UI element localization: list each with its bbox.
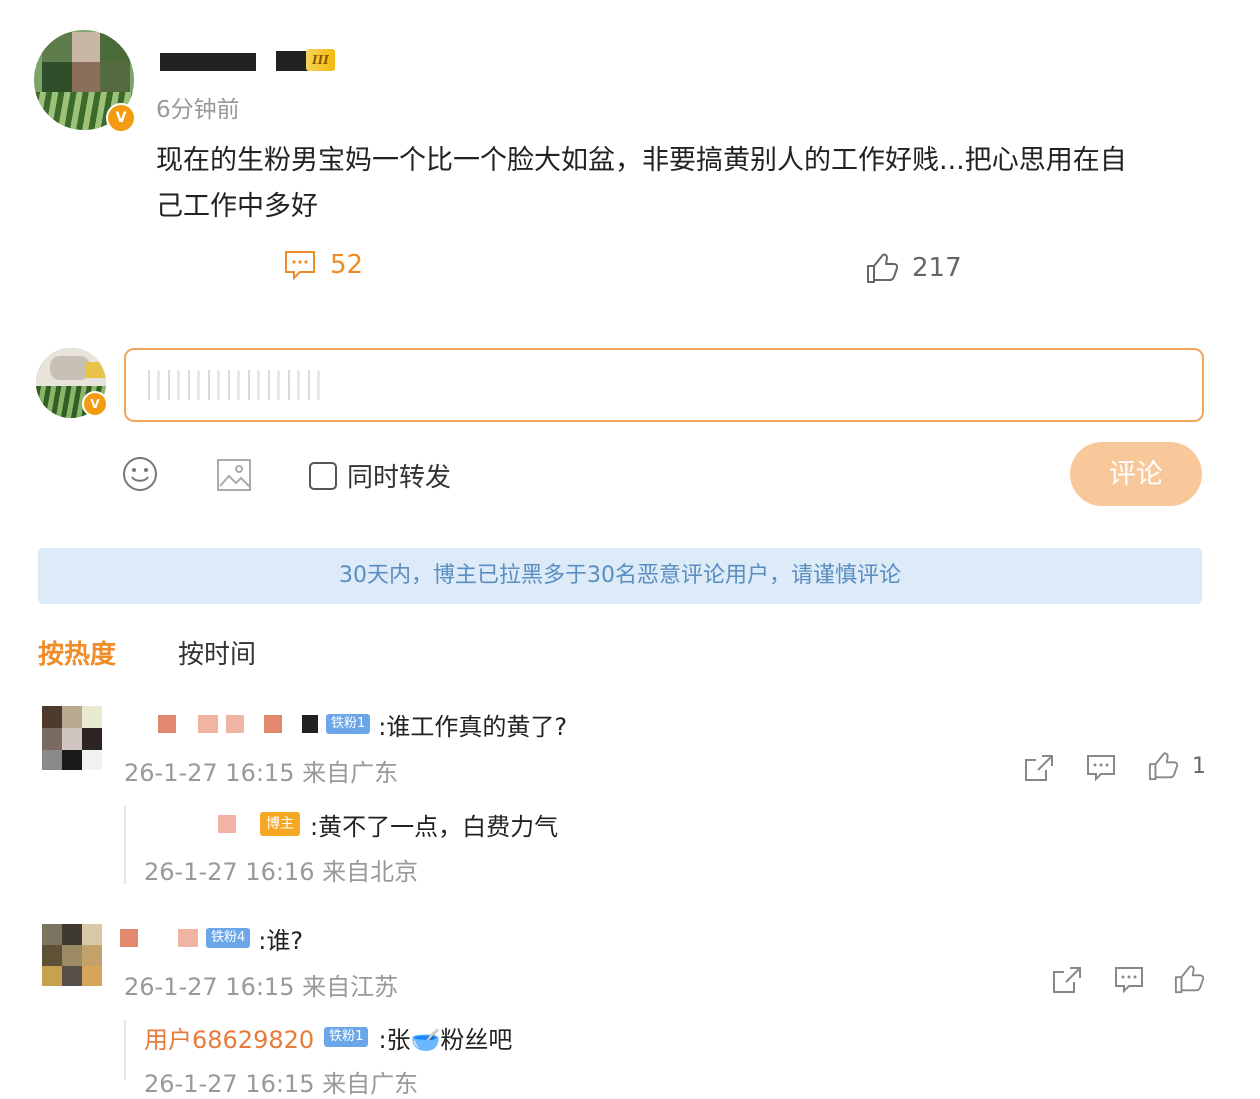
- image-icon[interactable]: [216, 458, 252, 492]
- username-blur: [198, 715, 218, 733]
- submit-comment-button[interactable]: 评论: [1070, 442, 1202, 506]
- reply-divider: [124, 1020, 126, 1080]
- comment-input[interactable]: [124, 348, 1204, 422]
- username-blur[interactable]: [218, 815, 236, 833]
- blocklist-notice: 30天内，博主已拉黑多于30名恶意评论用户，请谨慎评论: [38, 548, 1202, 604]
- share-icon[interactable]: [1024, 754, 1054, 782]
- username-blur: [302, 715, 318, 733]
- fan-badge: 铁粉1: [326, 714, 371, 734]
- like-icon[interactable]: [1174, 964, 1204, 994]
- like-action[interactable]: 217: [866, 252, 962, 284]
- reply-header: 用户68629820 铁粉1 :张🥣粉丝吧: [144, 1020, 512, 1054]
- like-icon: [867, 253, 898, 283]
- comment-text: :谁工作真的黄了?: [378, 712, 568, 741]
- author-name-extra: [276, 51, 310, 71]
- username-blur: [226, 715, 244, 733]
- reply-divider: [124, 806, 126, 884]
- post-content-line1: 现在的生粉男宝妈一个比一个脸大如盆，非要搞黄别人的工作好贱...把心思用在自: [156, 145, 1127, 176]
- fan-badge: 铁粉4: [206, 928, 251, 948]
- share-icon[interactable]: [1052, 966, 1082, 994]
- comment-meta: 26-1-27 16:15 来自江苏: [124, 973, 399, 1001]
- tab-hot[interactable]: 按热度: [38, 634, 116, 671]
- checkbox-box[interactable]: [309, 461, 337, 490]
- reply-text: :张🥣粉丝吧: [378, 1025, 513, 1054]
- host-badge: 博主: [260, 812, 300, 836]
- my-verified-icon: V: [82, 391, 108, 417]
- verified-badge-icon: V: [106, 103, 136, 133]
- fan-badge: 铁粉1: [324, 1027, 369, 1047]
- post-time: 6分钟前: [156, 97, 240, 123]
- comment-like[interactable]: 1: [1148, 751, 1206, 781]
- comment-text: :谁?: [258, 926, 304, 955]
- comment-icon[interactable]: [1114, 966, 1144, 994]
- repost-checkbox[interactable]: 同时转发: [309, 457, 451, 494]
- comment-meta: 26-1-27 16:15 来自广东: [124, 759, 399, 787]
- username-blur: [264, 715, 282, 733]
- reply-meta: 26-1-27 16:16 来自北京: [144, 858, 419, 886]
- level-badge: III: [306, 49, 335, 71]
- like-icon: [1148, 752, 1178, 781]
- like-count: 217: [912, 253, 962, 283]
- emoji-icon[interactable]: [122, 456, 158, 492]
- comment-action[interactable]: 52: [284, 250, 363, 280]
- like-count: 1: [1192, 753, 1206, 779]
- comment-avatar[interactable]: [42, 924, 102, 986]
- checkbox-label: 同时转发: [347, 463, 452, 493]
- comment-icon: [285, 251, 315, 280]
- author-name[interactable]: [160, 53, 256, 71]
- post-content: 现在的生粉男宝妈一个比一个脸大如盆，非要搞黄别人的工作好贱...把心思用在自 己…: [156, 138, 1216, 230]
- reply-meta: 26-1-27 16:15 来自广东: [144, 1070, 419, 1098]
- reply-text: :黄不了一点，白费力气: [310, 812, 559, 841]
- reply-header: 博主 :黄不了一点，白费力气: [218, 808, 559, 841]
- post-content-line2: 己工作中多好: [156, 191, 318, 222]
- comment-1-header: 铁粉1 :谁工作真的黄了?: [158, 708, 568, 741]
- comment-avatar[interactable]: [42, 706, 102, 770]
- tab-time[interactable]: 按时间: [178, 634, 256, 671]
- reply-username[interactable]: 用户68629820: [144, 1020, 314, 1055]
- input-blurred-text: [148, 370, 326, 400]
- username-blur[interactable]: [158, 715, 176, 733]
- comment-icon[interactable]: [1086, 754, 1116, 782]
- username-blur[interactable]: [120, 929, 138, 947]
- comment-2-header: 铁粉4 :谁?: [120, 922, 304, 955]
- comment-count: 52: [330, 250, 364, 280]
- username-blur: [178, 929, 198, 947]
